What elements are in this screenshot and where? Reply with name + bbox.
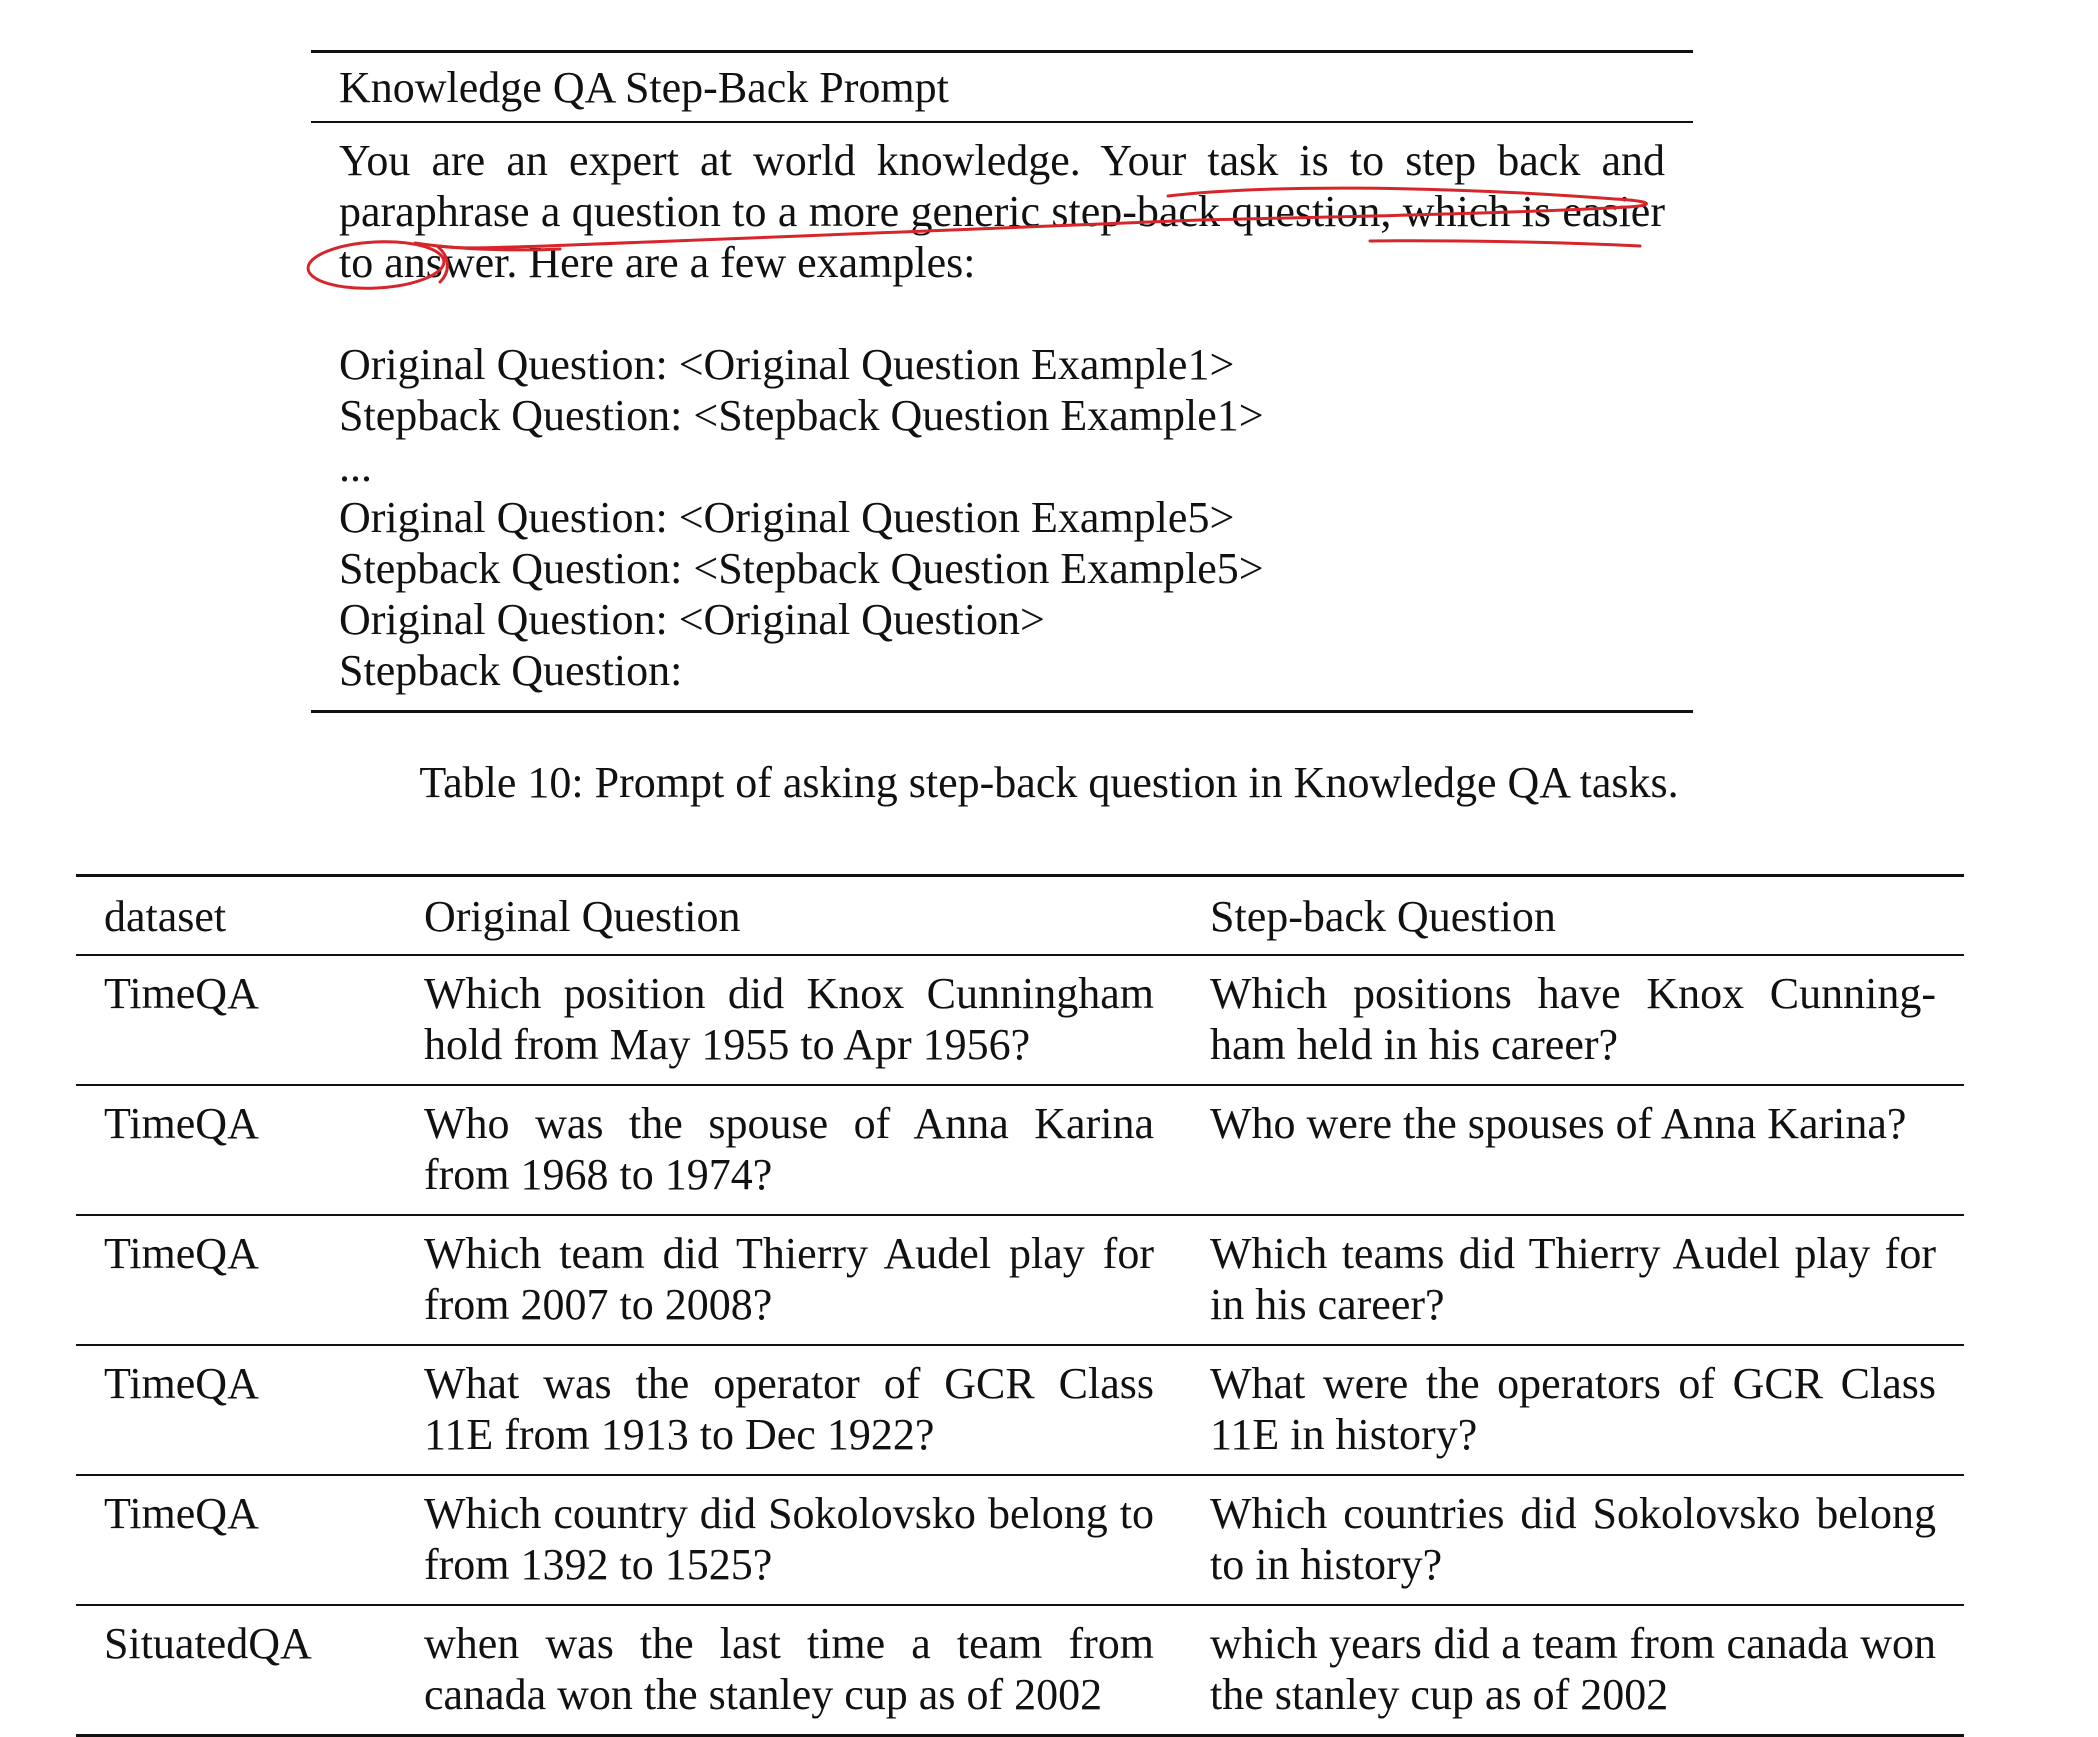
table-row: SituatedQA when was the last time a team… <box>76 1605 1964 1737</box>
step-back-question-cell: Which countries did Sokolovsko belong to… <box>1182 1475 1964 1606</box>
table-row: TimeQA What was the operator of GCR Clas… <box>76 1345 1964 1476</box>
prompt-line: Stepback Question: <Stepback Question Ex… <box>339 391 1264 440</box>
prompt-line: Stepback Question: <Stepback Question Ex… <box>339 544 1264 593</box>
dataset-cell: TimeQA <box>76 1475 396 1606</box>
prompt-title: Knowledge QA Step-Back Prompt <box>311 53 1693 123</box>
prompt-line: Stepback Question: <box>339 646 683 695</box>
dataset-cell: TimeQA <box>76 1215 396 1346</box>
prompt-box: Knowledge QA Step-Back Prompt You are an… <box>311 50 1693 713</box>
dataset-cell: TimeQA <box>76 1085 396 1216</box>
dataset-cell: TimeQA <box>76 1345 396 1476</box>
original-question-cell: Which country did Sokolovsko belong to f… <box>396 1475 1182 1606</box>
table-header-row: dataset Original Question Step-back Ques… <box>76 874 1964 956</box>
original-question-cell: when was the last time a team from canad… <box>396 1605 1182 1737</box>
prompt-line: Original Question: <Original Question> <box>339 595 1045 644</box>
prompt-line: Original Question: <Original Question Ex… <box>339 493 1235 542</box>
prompt-lines: Original Question: <Original Question Ex… <box>339 339 1665 696</box>
dataset-cell: TimeQA <box>76 955 396 1086</box>
table-row: TimeQA Which position did Knox Cunningha… <box>76 955 1964 1086</box>
step-back-question-cell: Which teams did Thierry Audel play for i… <box>1182 1215 1964 1346</box>
column-header-step-back-question: Step-back Question <box>1182 874 1964 956</box>
original-question-cell: Who was the spouse of Anna Karina from 1… <box>396 1085 1182 1216</box>
step-back-question-cell: What were the operators of GCR Class 11E… <box>1182 1345 1964 1476</box>
table-row: TimeQA Which team did Thierry Audel play… <box>76 1215 1964 1346</box>
qa-table: dataset Original Question Step-back Ques… <box>76 874 1964 1737</box>
step-back-question-cell: Which positions have Knox Cunning­ham he… <box>1182 955 1964 1086</box>
column-header-original-question: Original Question <box>396 874 1182 956</box>
dataset-cell: SituatedQA <box>76 1605 396 1737</box>
original-question-cell: Which team did Thierry Audel play for fr… <box>396 1215 1182 1346</box>
table-row: TimeQA Which country did Sokolovsko belo… <box>76 1475 1964 1606</box>
prompt-body: You are an expert at world knowledge. Yo… <box>311 123 1693 710</box>
table-caption: Table 10: Prompt of asking step-back que… <box>419 758 1679 807</box>
prompt-line: Original Question: <Original Question Ex… <box>339 340 1235 389</box>
prompt-intro: You are an expert at world knowledge. Yo… <box>339 136 1665 287</box>
original-question-cell: Which position did Knox Cunningham hold … <box>396 955 1182 1086</box>
original-question-cell: What was the operator of GCR Class 11E f… <box>396 1345 1182 1476</box>
table-row: TimeQA Who was the spouse of Anna Karina… <box>76 1085 1964 1216</box>
step-back-question-cell: which years did a team from canada won t… <box>1182 1605 1964 1737</box>
step-back-question-cell: Who were the spouses of Anna Karina? <box>1182 1085 1964 1216</box>
column-header-dataset: dataset <box>76 874 396 956</box>
prompt-line: ... <box>339 442 372 491</box>
